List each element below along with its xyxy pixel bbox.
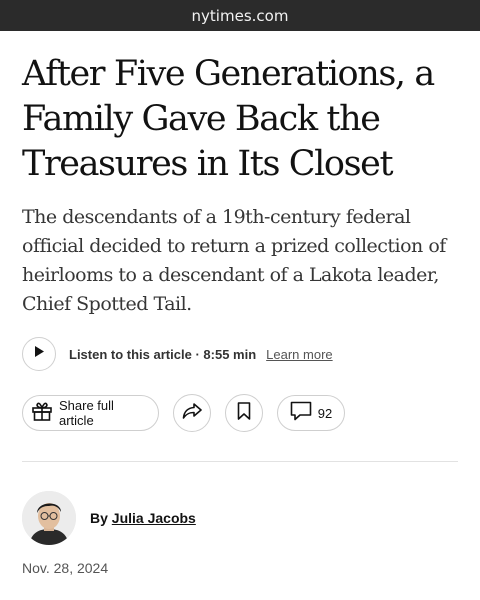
- divider: [22, 461, 458, 462]
- comments-button[interactable]: 92: [277, 395, 345, 431]
- publish-date: Nov. 28, 2024: [22, 560, 109, 576]
- listen-bar: Listen to this article · 8:55 min Learn …: [22, 336, 333, 372]
- byline-prefix: By: [90, 510, 108, 526]
- save-button[interactable]: [225, 394, 263, 432]
- play-button[interactable]: [22, 337, 56, 371]
- share-full-article-label: Share full article: [59, 398, 114, 428]
- comment-count: 92: [317, 405, 333, 421]
- listen-text: Listen to this article: [69, 346, 192, 362]
- share-arrow-icon: [182, 402, 202, 424]
- audio-duration: 8:55 min: [203, 346, 257, 362]
- byline: By Julia Jacobs: [22, 491, 196, 545]
- bookmark-icon: [237, 401, 251, 425]
- comment-bubble-icon: [290, 401, 312, 426]
- article-summary: The descendants of a 19th-century federa…: [22, 206, 446, 315]
- url-bar[interactable]: nytimes.com: [0, 0, 480, 31]
- listen-label: Listen to this article · 8:55 min: [69, 347, 256, 362]
- share-full-article-button[interactable]: Share full article: [22, 395, 159, 431]
- author-avatar[interactable]: [22, 491, 76, 545]
- byline-text: By Julia Jacobs: [90, 510, 196, 526]
- url-text: nytimes.com: [191, 6, 289, 25]
- author-link[interactable]: Julia Jacobs: [112, 510, 196, 526]
- learn-more-link[interactable]: Learn more: [266, 347, 332, 362]
- article-headline: After Five Generations, a Family Gave Ba…: [22, 54, 435, 184]
- play-icon: [33, 345, 45, 363]
- gift-icon: [31, 401, 53, 426]
- share-button[interactable]: [173, 394, 211, 432]
- listen-separator: ·: [195, 346, 200, 362]
- article-actions: Share full article 92: [22, 394, 345, 432]
